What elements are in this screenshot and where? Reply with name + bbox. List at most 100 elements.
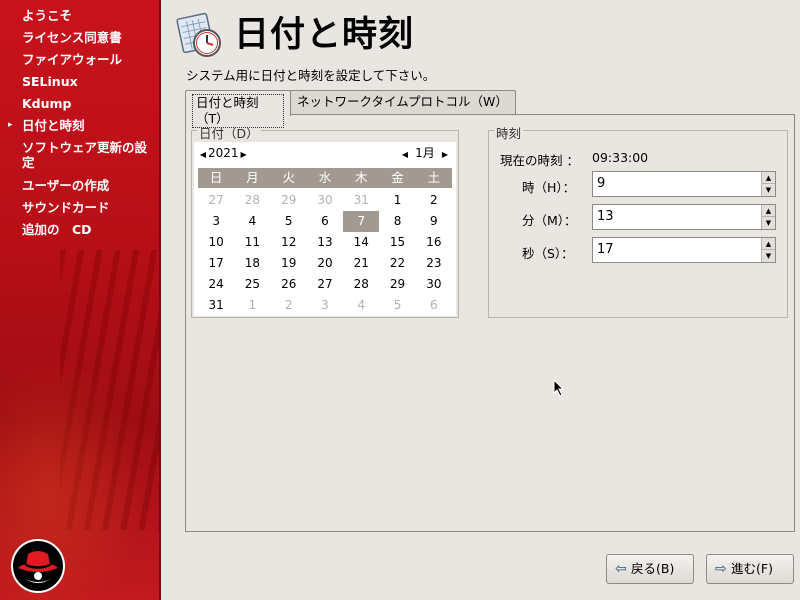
current-time-value: 09:33:00 [592, 150, 649, 165]
calendar-day[interactable]: 2 [416, 190, 452, 211]
calendar-day[interactable]: 21 [343, 253, 379, 274]
calendar-day[interactable]: 7 [343, 211, 380, 232]
sidebar-item-label: 追加の CD [22, 222, 92, 237]
month-nav: ◀ 1月 ▶ [400, 145, 450, 161]
calendar-day[interactable]: 28 [234, 190, 270, 211]
sidebar: ようこそ ライセンス同意書 ファイアウォール SELinux Kdump ▸ 日付… [0, 0, 160, 600]
calendar-day[interactable]: 4 [234, 211, 270, 232]
tab-datetime-label: 日付と時刻（T） [192, 94, 284, 128]
calendar-day[interactable]: 24 [198, 274, 234, 295]
hour-up-icon[interactable]: ▲ [762, 172, 775, 184]
sidebar-item-software-update: ソフトウェア更新の設定 [0, 140, 160, 178]
calendar-day[interactable]: 14 [343, 232, 379, 253]
month-prev-icon[interactable]: ◀ [400, 147, 410, 163]
calendar-day[interactable]: 9 [416, 211, 452, 232]
minute-down-icon[interactable]: ▼ [762, 217, 775, 229]
calendar-day[interactable]: 4 [343, 295, 379, 316]
calendar-day[interactable]: 22 [379, 253, 415, 274]
calendar-day[interactable]: 2 [271, 295, 307, 316]
clock-calendar-icon [176, 12, 221, 57]
calendar-day[interactable]: 6 [307, 211, 343, 232]
current-time-label: 現在の時刻 ： [500, 153, 579, 168]
back-arrow-icon: ⇦ [615, 561, 627, 577]
minute-label: 分（M）： [522, 213, 577, 228]
sidebar-item-firewall: ファイアウォール [0, 52, 160, 74]
calendar-day[interactable]: 15 [379, 232, 415, 253]
tab-ntp-label: ネットワークタイムプロトコル（W） [297, 94, 508, 109]
next-arrow-icon: ⇨ [715, 561, 727, 577]
month-value: 1月 [415, 146, 435, 160]
sidebar-item-label: ファイアウォール [22, 52, 123, 67]
second-up-icon[interactable]: ▲ [762, 238, 775, 250]
calendar-day[interactable]: 18 [234, 253, 270, 274]
calendar-weekday-header: 日月火水木金土 [198, 168, 452, 188]
tab-ntp[interactable]: ネットワークタイムプロトコル（W） [290, 90, 516, 114]
calendar-day[interactable]: 6 [416, 295, 452, 316]
calendar-day[interactable]: 1 [234, 295, 270, 316]
calendar-day[interactable]: 26 [271, 274, 307, 295]
calendar-day[interactable]: 19 [271, 253, 307, 274]
calendar-day[interactable]: 3 [198, 211, 234, 232]
sidebar-border [159, 0, 161, 600]
weekday-label: 月 [246, 170, 259, 185]
year-prev-icon[interactable]: ◀ [198, 147, 208, 163]
hour-down-icon[interactable]: ▼ [762, 184, 775, 196]
weekday-label: 火 [282, 170, 295, 185]
sidebar-item-label: ソフトウェア更新の設定 [22, 140, 148, 170]
minute-spinbox[interactable]: 13 ▲ ▼ [592, 204, 776, 230]
calendar[interactable]: ◀ 2021 ▶ ◀ 1月 ▶ 日月火水木金土 27 28 29 30 31 1 2 3 4 5 6 7 8 9 1… [194, 142, 456, 316]
sidebar-item-soundcard: サウンドカード [0, 200, 160, 222]
redhat-logo [11, 539, 65, 593]
sidebar-item-label: Kdump [22, 96, 72, 111]
hour-value[interactable]: 9 [597, 176, 605, 191]
calendar-day[interactable]: 28 [343, 274, 379, 295]
calendar-day[interactable]: 30 [307, 190, 343, 211]
next-button[interactable]: ⇨ 進む(F) [706, 554, 794, 584]
second-value[interactable]: 17 [597, 242, 614, 257]
sidebar-item-label: ようこそ [22, 8, 73, 23]
minute-value[interactable]: 13 [597, 209, 614, 224]
sidebar-item-label: ユーザーの作成 [22, 178, 110, 193]
sidebar-item-selinux: SELinux [0, 74, 160, 96]
calendar-day[interactable]: 5 [271, 211, 307, 232]
calendar-day[interactable]: 25 [234, 274, 270, 295]
calendar-day[interactable]: 13 [307, 232, 343, 253]
page-title: 日付と時刻 [234, 15, 415, 55]
second-label: 秒（S）： [522, 246, 574, 261]
sidebar-item-label: SELinux [22, 74, 78, 89]
calendar-day[interactable]: 12 [271, 232, 307, 253]
minute-up-icon[interactable]: ▲ [762, 205, 775, 217]
tab-datetime[interactable]: 日付と時刻（T） [185, 90, 291, 128]
calendar-day[interactable]: 20 [307, 253, 343, 274]
sidebar-item-welcome: ようこそ [0, 8, 160, 30]
calendar-day[interactable]: 27 [198, 190, 234, 211]
calendar-day[interactable]: 11 [234, 232, 270, 253]
back-button[interactable]: ⇦ 戻る(B) [606, 554, 694, 584]
calendar-day[interactable]: 17 [198, 253, 234, 274]
sidebar-item-label: サウンドカード [22, 200, 110, 215]
calendar-day[interactable]: 29 [379, 274, 415, 295]
sidebar-item-kdump: Kdump [0, 96, 160, 118]
calendar-day[interactable]: 16 [416, 232, 452, 253]
calendar-day[interactable]: 10 [198, 232, 234, 253]
current-step-arrow-icon: ▸ [8, 120, 13, 130]
second-spinbox[interactable]: 17 ▲ ▼ [592, 237, 776, 263]
month-next-icon[interactable]: ▶ [440, 147, 450, 163]
calendar-day[interactable]: 3 [307, 295, 343, 316]
sidebar-item-label: 日付と時刻 [22, 118, 85, 133]
year-next-icon[interactable]: ▶ [239, 147, 249, 163]
weekday-label: 日 [209, 170, 223, 185]
calendar-day[interactable]: 31 [343, 190, 379, 211]
calendar-day[interactable]: 8 [379, 211, 415, 232]
calendar-day[interactable]: 27 [307, 274, 343, 295]
calendar-day[interactable]: 23 [416, 253, 452, 274]
calendar-day[interactable]: 29 [271, 190, 307, 211]
calendar-day[interactable]: 31 [198, 295, 234, 316]
calendar-day[interactable]: 5 [379, 295, 415, 316]
calendar-day[interactable]: 30 [416, 274, 452, 295]
hour-spinbox[interactable]: 9 ▲ ▼ [592, 171, 776, 197]
weekday-label: 木 [355, 170, 368, 185]
second-down-icon[interactable]: ▼ [762, 250, 775, 262]
next-button-label: 進む(F) [731, 561, 773, 576]
calendar-day[interactable]: 1 [379, 190, 415, 211]
